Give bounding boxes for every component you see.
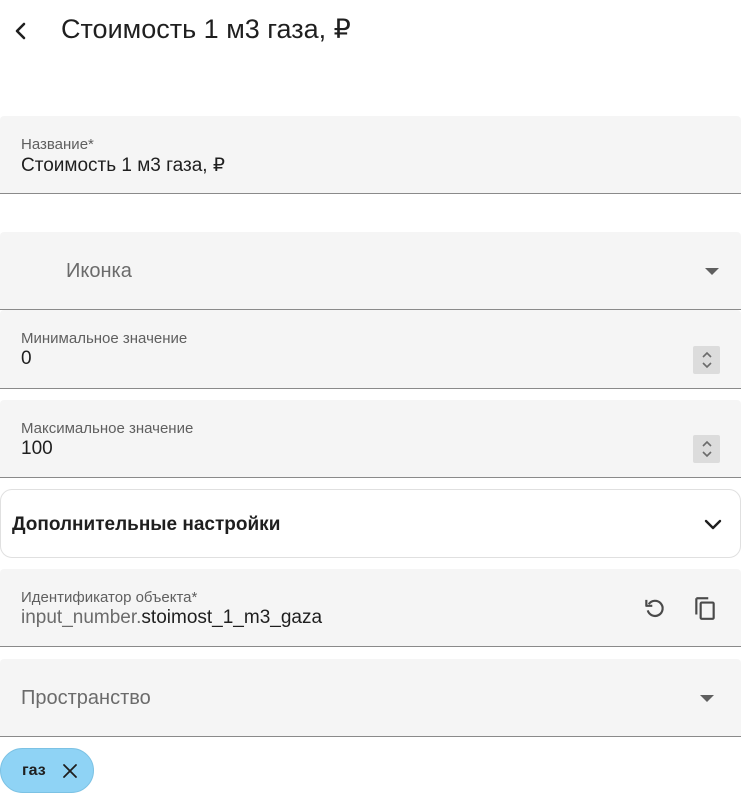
min-value-stepper[interactable] [693, 346, 720, 374]
spinner-arrows-icon [701, 440, 712, 458]
copy-id-button[interactable] [690, 593, 720, 623]
min-value-field[interactable]: Минимальное значение 0 [0, 310, 741, 389]
max-value-field[interactable]: Максимальное значение 100 [0, 400, 741, 478]
top-bar: Стоимость 1 м3 газа, ₽ [0, 0, 751, 62]
entity-id-input[interactable]: input_number.stoimost_1_m3_gaza [21, 607, 322, 629]
advanced-settings-title: Дополнительные настройки [12, 514, 281, 535]
copy-icon [695, 597, 715, 620]
icon-picker[interactable]: Иконка [0, 232, 741, 310]
entity-id-value: stoimost_1_m3_gaza [141, 607, 323, 628]
max-value-input[interactable]: 100 [21, 438, 53, 460]
regenerate-id-button[interactable] [640, 593, 670, 623]
back-button[interactable] [8, 18, 34, 44]
area-picker-placeholder: Пространство [21, 687, 151, 709]
name-field[interactable]: Название* Стоимость 1 м3 газа, ₽ [0, 116, 741, 194]
label-chip[interactable]: газ [0, 748, 94, 793]
max-value-label: Максимальное значение [21, 420, 194, 437]
chevron-down-icon[interactable] [703, 514, 723, 534]
min-value-label: Минимальное значение [21, 330, 188, 347]
chevron-left-icon [15, 22, 26, 40]
name-field-value[interactable]: Стоимость 1 м3 газа, ₽ [21, 154, 225, 177]
spinner-arrows-icon [701, 351, 712, 369]
refresh-icon [645, 599, 664, 618]
entity-id-field[interactable]: Идентификатор объекта* input_number.stoi… [0, 569, 741, 647]
area-picker[interactable]: Пространство [0, 659, 741, 737]
advanced-settings-panel[interactable]: Дополнительные настройки [0, 489, 741, 558]
max-value-stepper[interactable] [693, 435, 720, 463]
entity-id-label: Идентификатор объекта* [21, 589, 198, 606]
min-value-input[interactable]: 0 [21, 348, 32, 370]
name-field-label: Название* [21, 136, 94, 153]
page-title: Стоимость 1 м3 газа, ₽ [61, 14, 351, 44]
dropdown-arrow-icon[interactable] [705, 268, 719, 275]
entity-id-prefix: input_number. [21, 607, 142, 628]
label-chip-text: газ [22, 762, 46, 779]
close-icon[interactable] [61, 762, 79, 780]
dropdown-arrow-icon[interactable] [700, 695, 714, 702]
icon-picker-placeholder: Иконка [66, 260, 132, 282]
